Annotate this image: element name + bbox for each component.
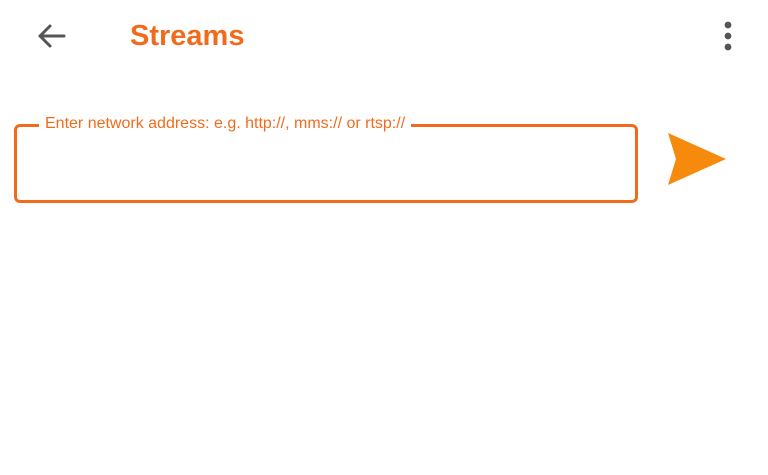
arrow-left-icon xyxy=(38,24,66,48)
network-address-field[interactable]: Enter network address: e.g. http://, mms… xyxy=(14,113,638,203)
back-button[interactable] xyxy=(26,12,76,60)
page-title: Streams xyxy=(130,20,245,52)
send-button[interactable] xyxy=(660,126,734,192)
streams-screen: Streams Enter network address: e.g. http… xyxy=(0,0,768,475)
more-vertical-icon xyxy=(724,21,732,51)
network-address-input[interactable] xyxy=(31,151,621,181)
more-options-button[interactable] xyxy=(706,12,750,60)
toolbar: Streams xyxy=(0,0,768,74)
network-address-label: Enter network address: e.g. http://, mms… xyxy=(39,113,412,135)
send-icon xyxy=(668,133,726,185)
